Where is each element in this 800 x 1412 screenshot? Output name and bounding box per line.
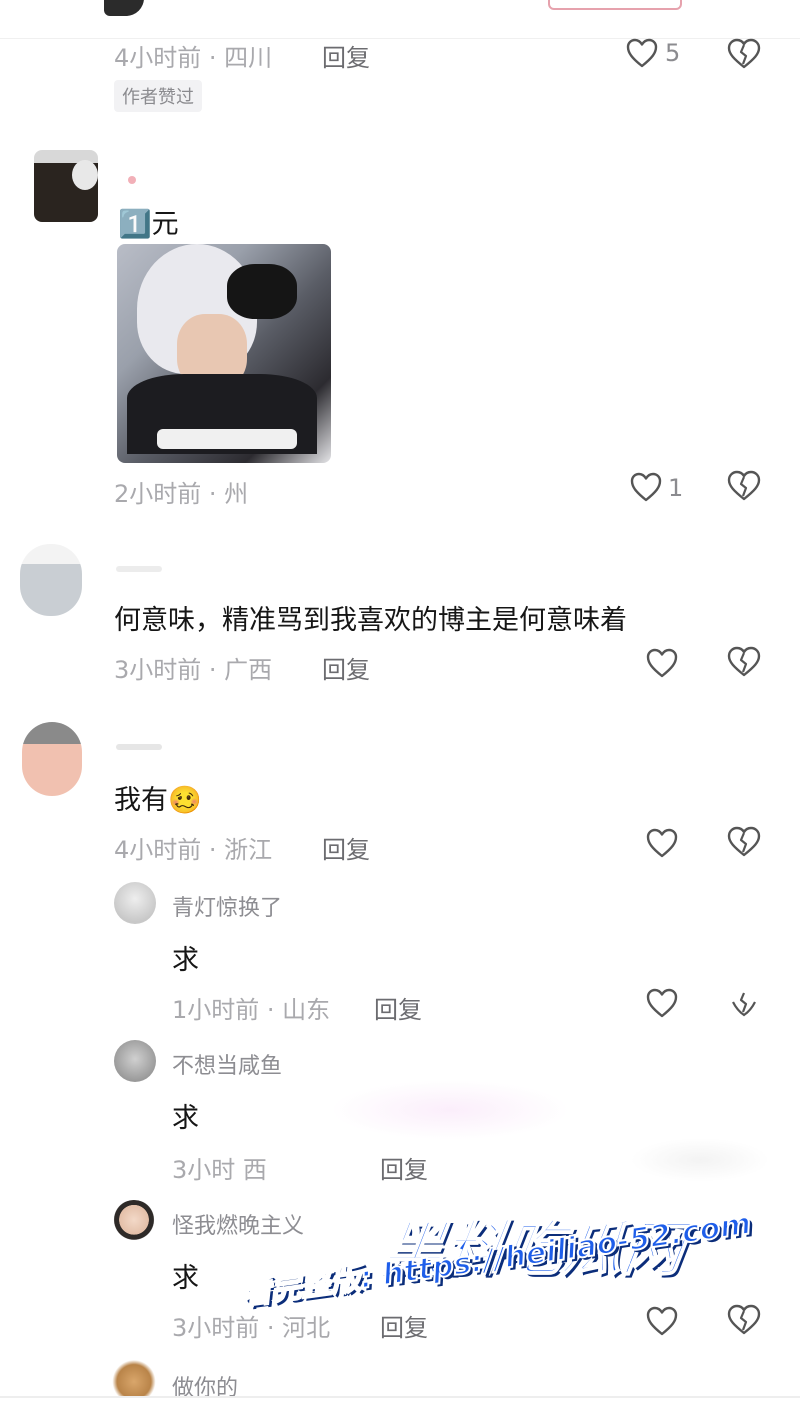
reply-button[interactable]: 回复: [380, 1150, 428, 1185]
reply-text: 求: [172, 1103, 199, 1134]
heart-icon[interactable]: [646, 1306, 678, 1336]
comment-text: 何意味，精准骂到我喜欢的博主是何意味着: [114, 605, 627, 636]
username-redacted: [116, 566, 162, 572]
top-cutoff-avatar: [104, 0, 144, 16]
reply-time: 3小时前 · 河北: [172, 1314, 331, 1342]
reply-button[interactable]: 回复: [380, 1308, 428, 1343]
heart-icon[interactable]: [646, 828, 678, 858]
blurred-overlay: [630, 1138, 770, 1182]
heart-icon[interactable]: [626, 38, 658, 68]
heart-icon[interactable]: [646, 988, 678, 1018]
reply-button[interactable]: 回复: [322, 830, 370, 865]
reply-avatar[interactable]: [112, 1200, 156, 1244]
username-redacted: [128, 176, 136, 184]
comment-time: 2小时前 · 州: [114, 480, 249, 508]
follow-button-edge[interactable]: [548, 0, 682, 10]
reply-button[interactable]: 回复: [374, 990, 422, 1025]
reply-username[interactable]: 青灯惊换了: [172, 890, 282, 922]
like-count: 1: [668, 474, 684, 502]
heart-icon[interactable]: [630, 472, 662, 502]
username-redacted: [116, 744, 162, 750]
comment-time: 4小时前 · 四川: [114, 44, 273, 72]
reply-username[interactable]: 怪我燃晚主义: [172, 1208, 304, 1240]
broken-heart-icon[interactable]: [727, 38, 761, 70]
comment-text: 我有🥴: [114, 785, 202, 816]
broken-heart-icon[interactable]: [727, 826, 761, 858]
avatar[interactable]: [34, 150, 98, 222]
reply-username[interactable]: 不想当咸鱼: [172, 1048, 282, 1080]
comment-image[interactable]: [117, 244, 331, 463]
comment-text: 1️⃣元: [118, 209, 179, 240]
reply-text: 求: [172, 1263, 199, 1294]
avatar[interactable]: [20, 544, 82, 616]
broken-heart-icon[interactable]: [727, 470, 761, 502]
avatar[interactable]: [22, 722, 82, 796]
blurred-overlay: [330, 1080, 570, 1140]
reply-button[interactable]: 回复: [322, 650, 370, 685]
comment-time: 3小时前 · 广西: [114, 656, 273, 684]
divider: [0, 1396, 800, 1398]
reply-text: 求: [172, 945, 199, 976]
reply-time: 3小时 西: [172, 1156, 267, 1184]
heart-icon[interactable]: [646, 648, 678, 678]
comment-time: 4小时前 · 浙江: [114, 836, 273, 864]
like-count: 5: [665, 39, 681, 67]
reply-time: 1小时前 · 山东: [172, 996, 331, 1024]
broken-heart-icon[interactable]: [727, 646, 761, 678]
broken-heart-icon[interactable]: [727, 986, 761, 1018]
reply-avatar[interactable]: [114, 1040, 156, 1082]
reply-button[interactable]: 回复: [322, 38, 370, 73]
reply-avatar[interactable]: [112, 1360, 156, 1396]
reply-avatar[interactable]: [114, 882, 156, 924]
broken-heart-icon[interactable]: [727, 1304, 761, 1336]
author-liked-badge: 作者赞过: [114, 80, 202, 112]
